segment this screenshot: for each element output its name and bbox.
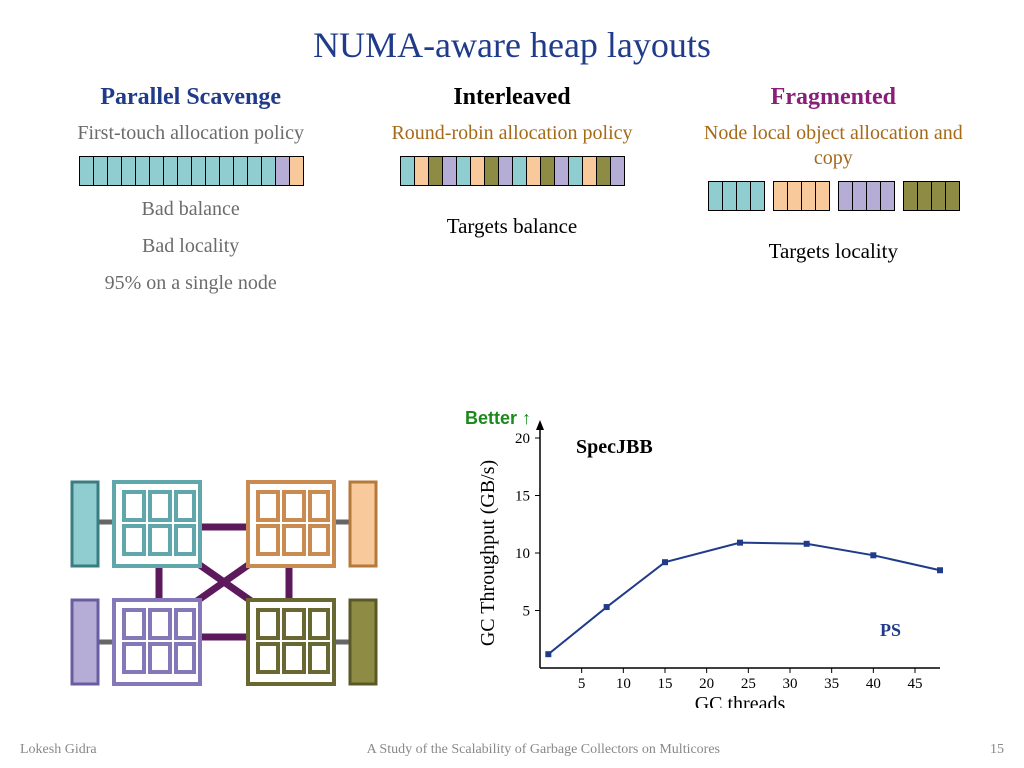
footer-paper-title: A Study of the Scalability of Garbage Co… [367,742,720,758]
col-note: Bad locality [41,233,341,260]
svg-text:5: 5 [578,676,586,692]
footer-page-number: 15 [990,742,1004,758]
heap-bar-frg [683,181,983,211]
svg-text:15: 15 [515,489,530,505]
col-target: Targets balance [362,214,662,239]
svg-text:15: 15 [658,676,673,692]
svg-text:GC Throughput (GB/s): GC Throughput (GB/s) [477,460,499,646]
numa-topology-diagram [54,452,394,712]
col-note: 95% on a single node [41,270,341,297]
col-fragmented: Fragmented Node local object allocation … [683,84,983,297]
svg-text:25: 25 [741,676,756,692]
heap-bar-ps [41,156,341,186]
svg-text:GC threads: GC threads [695,693,786,708]
svg-text:20: 20 [515,431,530,447]
heap-bar-int [362,156,662,186]
col-target: Targets locality [683,239,983,264]
svg-text:10: 10 [616,676,631,692]
footer-author: Lokesh Gidra [20,742,97,758]
svg-text:40: 40 [866,676,881,692]
svg-text:30: 30 [783,676,798,692]
col-title: Interleaved [362,84,662,111]
col-note: Bad balance [41,196,341,223]
page-title: NUMA-aware heap layouts [0,0,1024,66]
svg-text:45: 45 [908,676,923,692]
svg-text:5: 5 [523,604,531,620]
svg-text:10: 10 [515,546,530,562]
columns: Parallel Scavenge First-touch allocation… [0,84,1024,297]
col-subtitle: Round-robin allocation policy [362,121,662,146]
col-subtitle: Node local object allocation and copy [683,121,983,171]
col-subtitle: First-touch allocation policy [41,121,341,146]
footer: Lokesh Gidra A Study of the Scalability … [0,742,1024,758]
svg-text:20: 20 [699,676,714,692]
col-interleaved: Interleaved Round-robin allocation polic… [362,84,662,297]
col-parallel-scavenge: Parallel Scavenge First-touch allocation… [41,84,341,297]
svg-text:35: 35 [824,676,839,692]
col-title: Parallel Scavenge [41,84,341,111]
throughput-chart: 510152025303540455101520GC threadsGC Thr… [470,408,970,708]
col-title: Fragmented [683,84,983,111]
